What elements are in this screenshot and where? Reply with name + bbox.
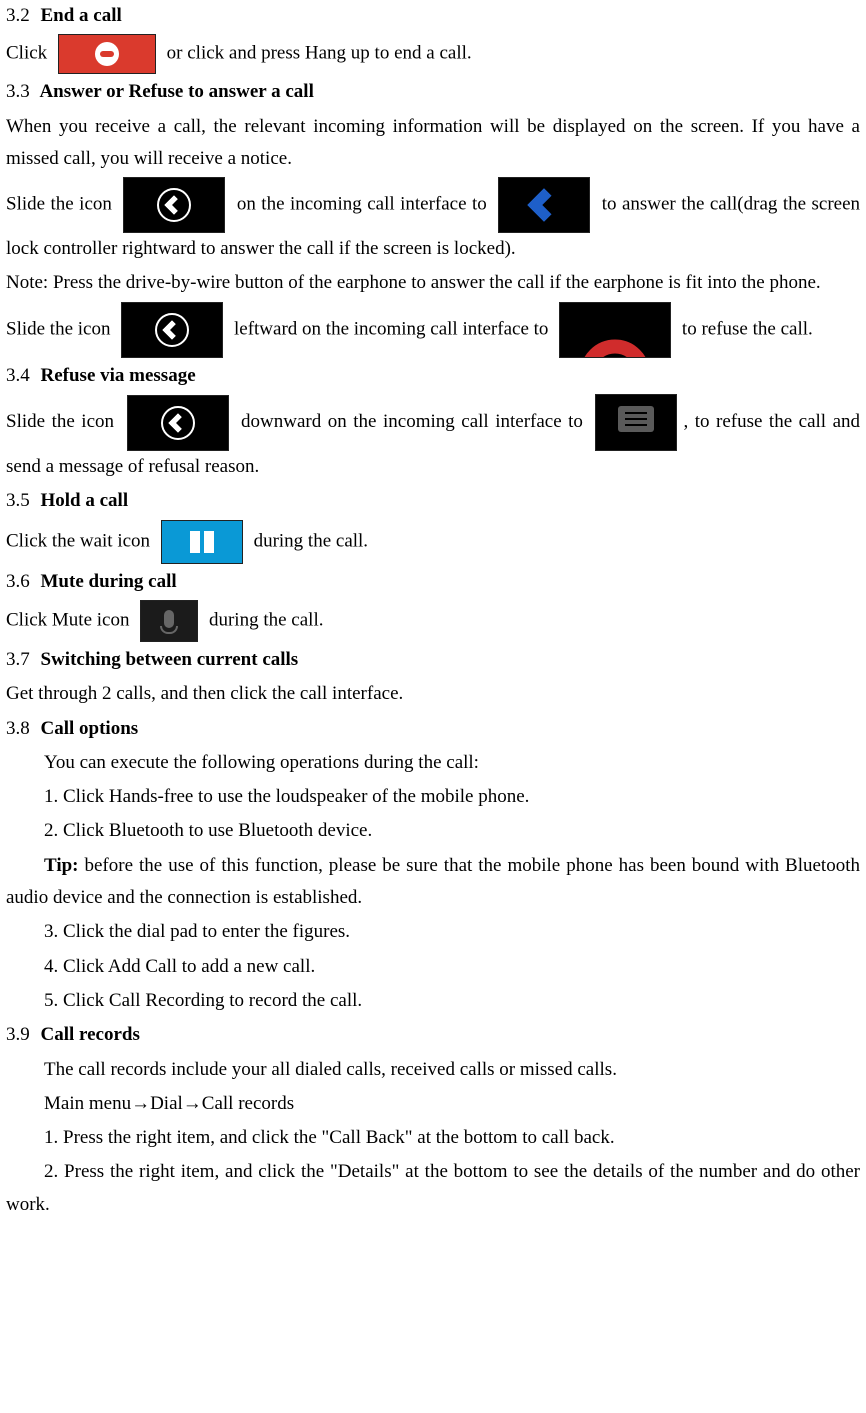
list-item: 4. Click Add Call to add a new call. [6,951,860,983]
heading-number: 3.9 [6,1024,30,1045]
list-item: 1. Press the right item, and click the "… [6,1122,860,1154]
heading-title: Switching between current calls [41,649,299,670]
heading-number: 3.8 [6,718,30,739]
pause-icon [161,520,243,564]
note-paragraph: Note: Press the drive-by-wire button of … [6,267,860,299]
text: during the call. [209,609,324,630]
paragraph: The call records include your all dialed… [6,1054,860,1086]
text: 2. Press the right item, and click the "… [6,1161,860,1214]
text: downward on the incoming call interface … [241,411,583,432]
paragraph: When you receive a call, the relevant in… [6,111,860,176]
tip-body: before the use of this function, please … [6,855,860,908]
text: Click [6,43,47,64]
paragraph: You can execute the following operations… [6,747,860,779]
end-call-icon [58,34,156,74]
incoming-call-icon [127,395,229,451]
heading-title: Mute during call [41,571,177,592]
incoming-call-icon [121,302,223,358]
tip-label: Tip: [44,855,79,876]
refuse-call-icon [559,302,671,358]
paragraph: Get through 2 calls, and then click the … [6,678,860,710]
answer-call-icon [498,177,590,233]
heading-number: 3.7 [6,649,30,670]
incoming-call-icon [123,177,225,233]
heading-number: 3.4 [6,365,30,386]
text: or click and press Hang up to end a call… [167,43,472,64]
heading-title: Call records [41,1024,140,1045]
mute-icon [140,600,198,642]
text: Slide the icon [6,194,112,215]
heading-number: 3.6 [6,571,30,592]
heading-title: Refuse via message [41,365,196,386]
list-item: 3. Click the dial pad to enter the figur… [6,916,860,948]
text: during the call. [254,530,369,551]
text: to refuse the call. [682,318,813,339]
heading-title: Answer or Refuse to answer a call [39,81,313,102]
answer-call-instruction: Slide the icon on the incoming call inte… [6,177,860,265]
message-icon [595,394,677,451]
text: Slide the icon [6,318,110,339]
refuse-call-instruction: Slide the icon leftward on the incoming … [6,302,860,358]
heading-3-9: 3.9 Call records [6,1019,860,1051]
document-page: 3.2 End a call Click or click and press … [0,0,866,1243]
heading-3-5: 3.5 Hold a call [6,485,860,517]
tip-paragraph: Tip: before the use of this function, pl… [6,850,860,915]
heading-3-7: 3.7 Switching between current calls [6,644,860,676]
list-item: 5. Click Call Recording to record the ca… [6,985,860,1017]
text: leftward on the incoming call interface … [234,318,548,339]
heading-3-8: 3.8 Call options [6,713,860,745]
text: on the incoming call interface to [237,194,487,215]
heading-3-3: 3.3 Answer or Refuse to answer a call [6,76,860,108]
list-item: 2. Press the right item, and click the "… [6,1156,860,1221]
heading-title: End a call [41,5,122,26]
heading-3-2: 3.2 End a call [6,0,860,32]
mute-call-instruction: Click Mute icon during the call. [6,600,860,642]
heading-number: 3.3 [6,81,30,102]
nav-path: Main menu→Dial→Call records [6,1088,860,1120]
text: Click the wait icon [6,530,150,551]
heading-title: Call options [41,718,139,739]
list-item: 2. Click Bluetooth to use Bluetooth devi… [6,815,860,847]
hold-call-instruction: Click the wait icon during the call. [6,520,860,564]
list-item: 1. Click Hands-free to use the loudspeak… [6,781,860,813]
heading-number: 3.5 [6,490,30,511]
text: Slide the icon [6,411,114,432]
heading-number: 3.2 [6,5,30,26]
text: Click Mute icon [6,609,129,630]
heading-3-6: 3.6 Mute during call [6,566,860,598]
end-call-instruction: Click or click and press Hang up to end … [6,34,860,74]
refuse-message-instruction: Slide the icon downward on the incoming … [6,394,860,483]
heading-3-4: 3.4 Refuse via message [6,360,860,392]
heading-title: Hold a call [41,490,129,511]
